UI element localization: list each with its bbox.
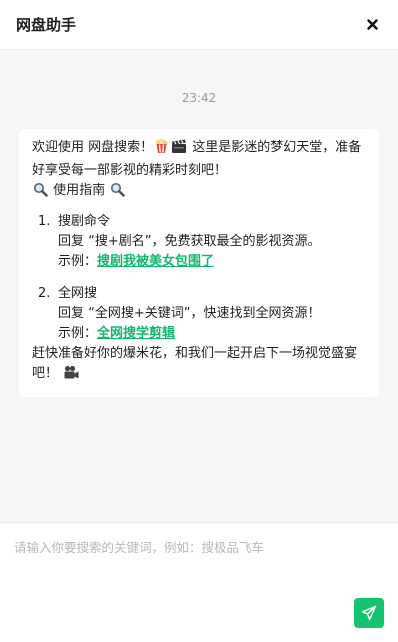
message-bubble: 欢迎使用 网盘搜索！ 这里是影迷的梦幻天堂，准备好享受每一部影视的精彩时刻吧！ … xyxy=(19,129,379,397)
outro-text: 赶快准备好你的爆米花，和我们一起开启下一场视觉盛宴吧！ xyxy=(32,346,358,381)
search-input[interactable] xyxy=(14,537,384,597)
list-item: 1. 搜剧命令 回复 “搜+剧名”，免费获取最全的影视资源。 示例：搜剧我被美女… xyxy=(32,212,367,272)
example-link-search-drama[interactable]: 搜剧我被美女包围了 xyxy=(97,254,214,269)
intro-text: 欢迎使用 网盘搜索！ xyxy=(32,140,154,155)
guide-title: 使用指南 xyxy=(53,183,106,198)
page-title: 网盘助手 xyxy=(16,16,77,34)
list-item: 2. 全网搜 回复 “全网搜+关键词”，快速找到全网资源！ 示例：全网搜学剪辑 xyxy=(32,284,367,344)
guide-heading: 使用指南 xyxy=(32,181,367,204)
list-item-description: 回复 “搜+剧名”，免费获取最全的影视资源。 xyxy=(58,234,321,249)
list-item-title: 全网搜 xyxy=(58,286,98,301)
list-item-number: 1. xyxy=(38,214,51,229)
movie-camera-icon xyxy=(63,365,80,387)
list-item-title: 搜剧命令 xyxy=(58,214,111,229)
input-area xyxy=(0,522,398,642)
header: 网盘助手 xyxy=(0,0,398,50)
clapper-board-icon xyxy=(171,139,187,161)
example-label: 示例： xyxy=(58,254,98,269)
magnifying-glass-icon xyxy=(110,182,125,204)
message-timestamp: 23:42 xyxy=(181,91,217,105)
send-button[interactable] xyxy=(354,598,384,628)
chat-area[interactable]: 23:42 欢迎使用 网盘搜索！ 这里是影迷的梦幻天堂，准备好享受每一部影视的精… xyxy=(0,51,398,522)
message-outro: 赶快准备好你的爆米花，和我们一起开启下一场视觉盛宴吧！ xyxy=(32,344,367,387)
example-label: 示例： xyxy=(58,326,98,341)
list-item-description: 回复 “全网搜+关键词”，快速找到全网资源！ xyxy=(58,306,321,321)
close-button[interactable] xyxy=(362,15,382,35)
example-link-web-search[interactable]: 全网搜学剪辑 xyxy=(97,326,175,341)
list-item-example: 示例：搜剧我被美女包围了 xyxy=(58,252,367,272)
close-icon xyxy=(366,19,378,30)
send-icon xyxy=(361,605,377,621)
list-item-example: 示例：全网搜学剪辑 xyxy=(58,324,367,344)
message-intro: 欢迎使用 网盘搜索！ 这里是影迷的梦幻天堂，准备好享受每一部影视的精彩时刻吧！ xyxy=(32,138,367,181)
list-item-number: 2. xyxy=(38,286,51,301)
magnifying-glass-icon xyxy=(33,182,48,204)
popcorn-icon xyxy=(154,138,169,161)
